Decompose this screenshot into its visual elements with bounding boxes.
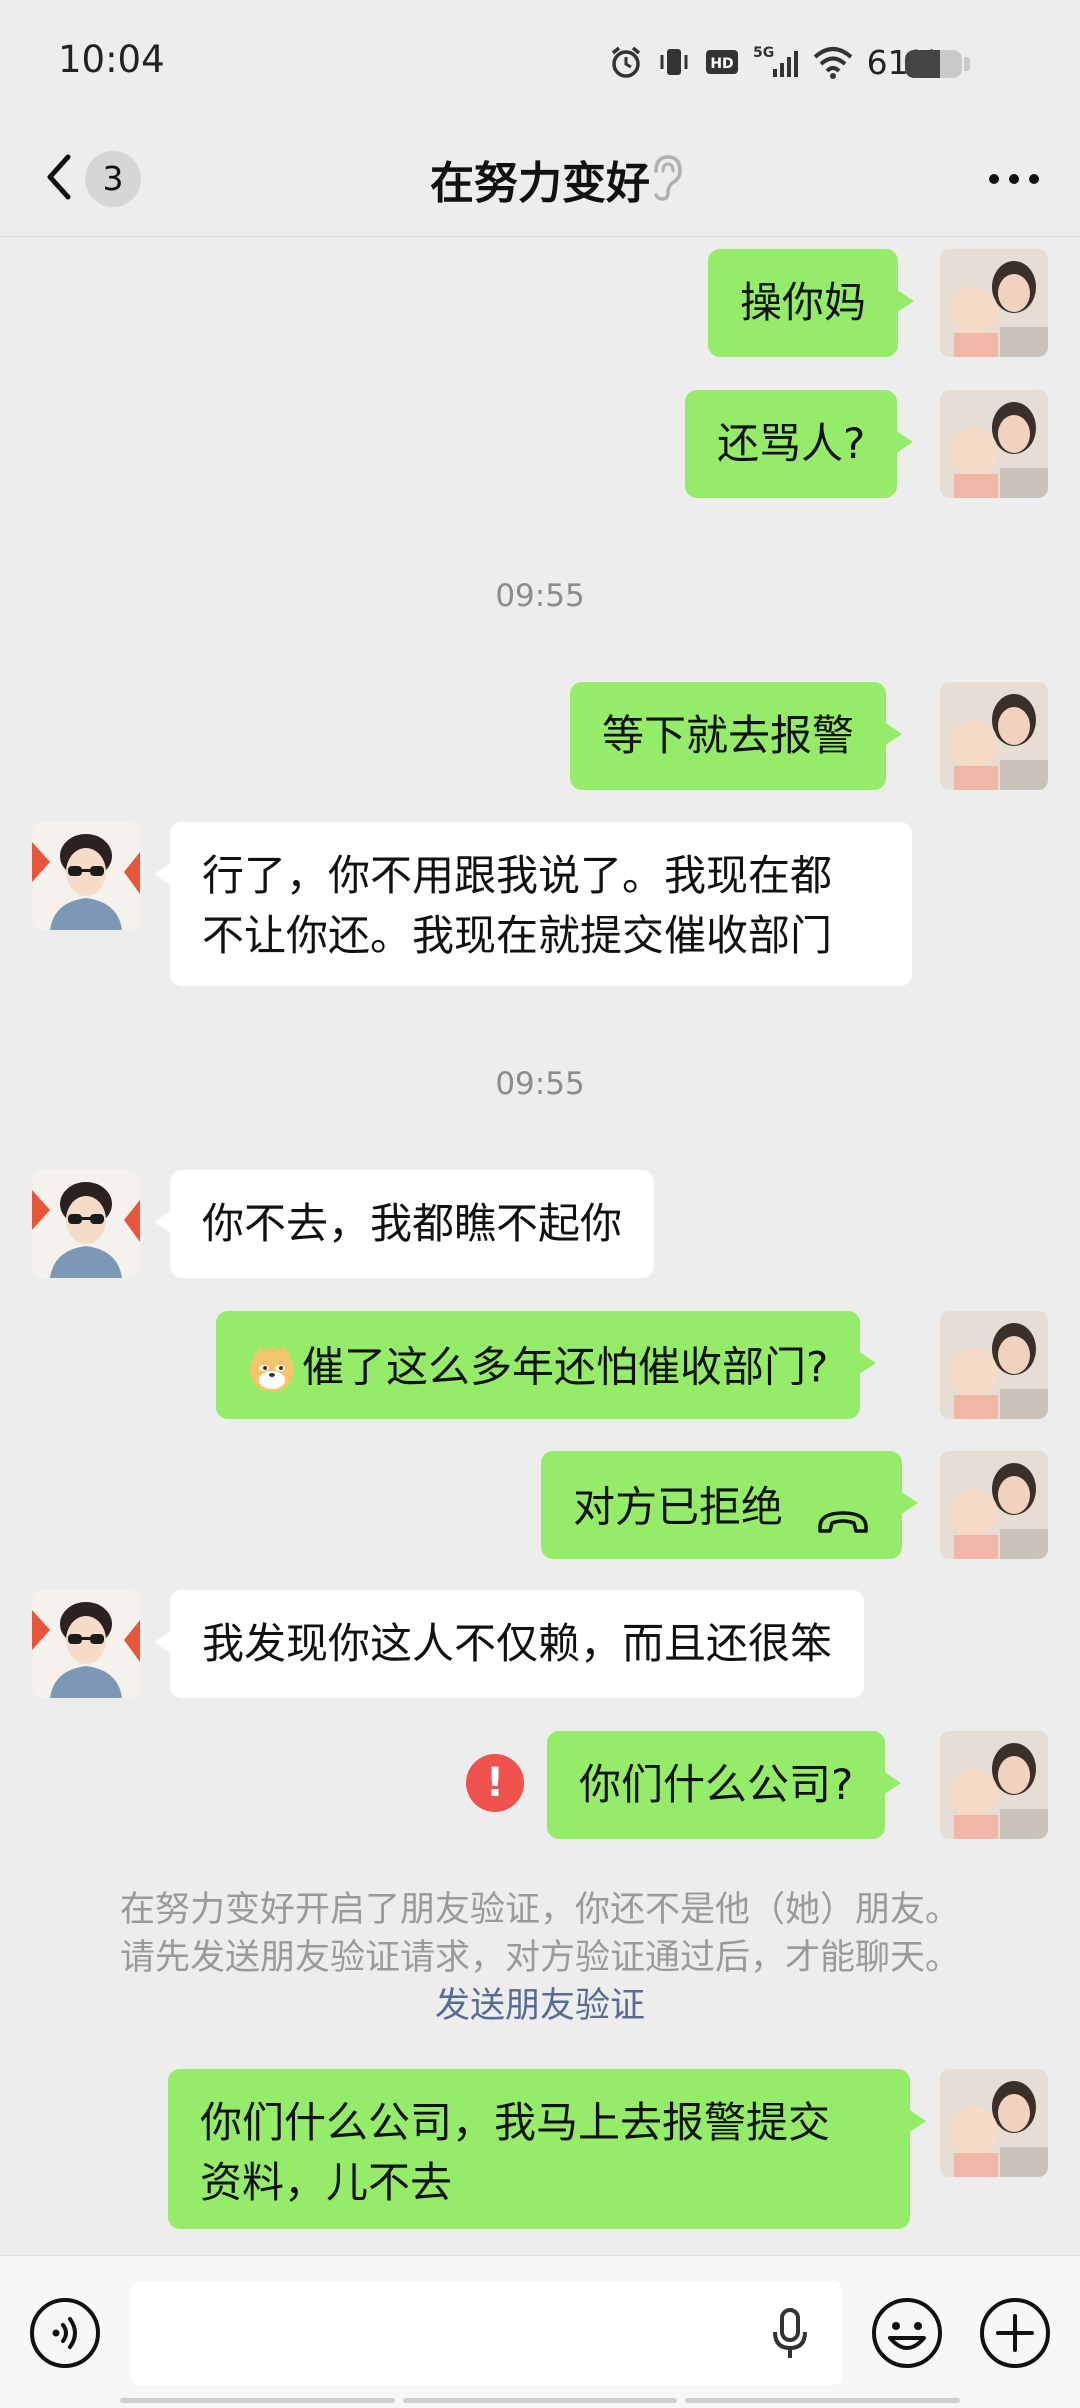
network-label: 5G	[753, 45, 774, 61]
message-input[interactable]	[130, 2281, 842, 2385]
message-text: 你们什么公司?	[579, 1760, 854, 1809]
hangup-icon	[816, 1493, 870, 1533]
ear-icon	[648, 153, 684, 203]
chat-header: 3 在努力变好	[0, 125, 1080, 237]
wifi-icon	[813, 40, 853, 84]
gesture-bar	[120, 2398, 961, 2403]
message-bubble-sent[interactable]: 等下就去报警	[570, 682, 903, 790]
message-text: 还骂人?	[717, 419, 866, 468]
emoji-icon	[872, 2298, 942, 2368]
message-text-line: 你们什么公司，我马上去报警提交	[200, 2098, 831, 2147]
my-avatar[interactable]	[940, 1451, 1048, 1559]
header-divider	[0, 236, 1080, 237]
chat-timestamp: 09:55	[495, 578, 585, 614]
contact-avatar[interactable]	[32, 1170, 140, 1278]
battery-icon	[905, 50, 962, 78]
call-declined-bubble[interactable]: 对方已拒绝	[541, 1451, 919, 1559]
more-button[interactable]	[986, 167, 1042, 191]
status-bar: 10:04 HD 5G 61%	[0, 0, 1080, 125]
alarm-icon	[609, 40, 643, 84]
mic-icon	[773, 2308, 807, 2358]
my-avatar[interactable]	[940, 390, 1048, 498]
message-bubble-received[interactable]: 行了，你不用跟我说了。我现在都 不让你还。我现在就提交催收部门	[154, 822, 912, 986]
svg-text:HD: HD	[710, 56, 733, 72]
message-text: 等下就去报警	[602, 711, 855, 760]
status-time: 10:04	[58, 38, 165, 81]
message-bubble-sent[interactable]: 操你妈	[708, 249, 915, 357]
vibrate-icon	[657, 40, 691, 84]
message-bubble-received[interactable]: 你不去，我都瞧不起你	[153, 1170, 655, 1278]
my-avatar[interactable]	[940, 1311, 1048, 1419]
send-failed-icon[interactable]: !	[466, 1754, 524, 1812]
message-text-line: 行了，你不用跟我说了。我现在都	[202, 851, 833, 900]
message-bubble-sent[interactable]: 你们什么公司?	[547, 1731, 902, 1839]
battery-tip	[964, 57, 970, 71]
friend-verification-notice: 在努力变好开启了朋友验证，你还不是他（她）朋友。 请先发送朋友验证请求，对方验证…	[60, 1886, 1020, 2030]
more-functions-button[interactable]	[978, 2296, 1052, 2370]
mic-button[interactable]	[770, 2306, 810, 2362]
message-text: 对方已拒绝	[573, 1482, 784, 1532]
message-text-line: 资料，儿不去	[200, 2158, 453, 2207]
message-bubble-received[interactable]: 我发现你这人不仅赖，而且还很笨	[153, 1590, 865, 1698]
message-bubble-sent[interactable]: 还骂人?	[685, 390, 914, 498]
chat-title: 在努力变好	[430, 158, 650, 209]
message-bubble-sent[interactable]: 催了这么多年还怕催收部门?	[216, 1311, 877, 1419]
my-avatar[interactable]	[940, 2069, 1048, 2177]
chat-timestamp: 09:55	[495, 1066, 585, 1102]
message-bubble-sent[interactable]: 你们什么公司，我马上去报警提交 资料，儿不去	[168, 2069, 926, 2229]
notice-line: 请先发送朋友验证请求，对方验证通过后，才能聊天。	[119, 1938, 960, 1978]
message-text-line: 不让你还。我现在就提交催收部门	[202, 911, 833, 960]
notice-line: 在努力变好开启了朋友验证，你还不是他（她）朋友。	[119, 1890, 960, 1930]
contact-avatar[interactable]	[32, 822, 140, 930]
voice-mode-button[interactable]	[28, 2296, 102, 2370]
my-avatar[interactable]	[940, 249, 1048, 357]
plus-icon	[980, 2298, 1050, 2368]
my-avatar[interactable]	[940, 1731, 1048, 1839]
message-text: 我发现你这人不仅赖，而且还很笨	[202, 1619, 833, 1668]
signal-5g-icon: 5G	[753, 40, 799, 84]
more-icon	[989, 174, 1039, 184]
message-text: 催了这么多年还怕催收部门?	[302, 1342, 829, 1392]
hd-icon: HD	[705, 40, 739, 84]
send-friend-request-link[interactable]: 发送朋友验证	[60, 1982, 1020, 2030]
doge-emoji-icon	[246, 1342, 298, 1394]
message-text: 你不去，我都瞧不起你	[202, 1199, 623, 1248]
input-bar	[0, 2255, 1080, 2408]
voice-icon	[30, 2298, 100, 2368]
contact-avatar[interactable]	[32, 1590, 140, 1698]
emoji-button[interactable]	[870, 2296, 944, 2370]
message-text: 操你妈	[740, 278, 867, 327]
my-avatar[interactable]	[940, 682, 1048, 790]
status-icons: HD 5G 61%	[609, 40, 940, 84]
